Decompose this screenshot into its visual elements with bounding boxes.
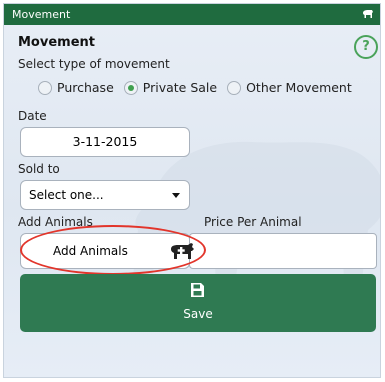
price-per-animal-input[interactable] — [189, 233, 377, 269]
page-heading: Movement — [18, 35, 95, 50]
sold-to-label: Sold to — [18, 162, 60, 176]
app-window: Movement Movement ? Select type of movem… — [3, 3, 381, 378]
sold-to-value: Select one... — [29, 188, 104, 202]
floppy-disk-icon — [191, 283, 204, 297]
radio-other-movement-label: Other Movement — [246, 80, 352, 95]
save-button-label: Save — [183, 307, 213, 321]
animal-icon — [363, 10, 373, 18]
date-field[interactable]: 3-11-2015 — [20, 127, 190, 157]
radio-selected-icon — [123, 80, 138, 95]
red-highlight-annotation — [20, 225, 206, 275]
radio-unselected-icon — [38, 80, 52, 95]
help-symbol: ? — [362, 39, 370, 54]
help-circle-icon[interactable]: ? — [354, 35, 378, 59]
title-bar: Movement — [4, 4, 380, 25]
radio-private-sale[interactable]: Private Sale — [123, 80, 218, 95]
price-per-animal-label: Price Per Animal — [204, 215, 302, 229]
movement-type-prompt: Select type of movement — [18, 57, 170, 71]
radio-other-movement[interactable]: Other Movement — [227, 80, 352, 95]
radio-purchase[interactable]: Purchase — [38, 80, 114, 95]
window-title: Movement — [12, 8, 71, 21]
radio-purchase-label: Purchase — [57, 80, 114, 95]
radio-unselected-icon — [227, 80, 242, 95]
date-label: Date — [18, 109, 47, 123]
movement-type-radios: Purchase Private Sale Other Movement — [38, 80, 362, 95]
sold-to-select[interactable]: Select one... — [20, 180, 190, 210]
radio-private-sale-label: Private Sale — [142, 80, 218, 95]
chevron-down-icon — [172, 193, 180, 198]
save-button[interactable]: Save — [20, 274, 376, 332]
